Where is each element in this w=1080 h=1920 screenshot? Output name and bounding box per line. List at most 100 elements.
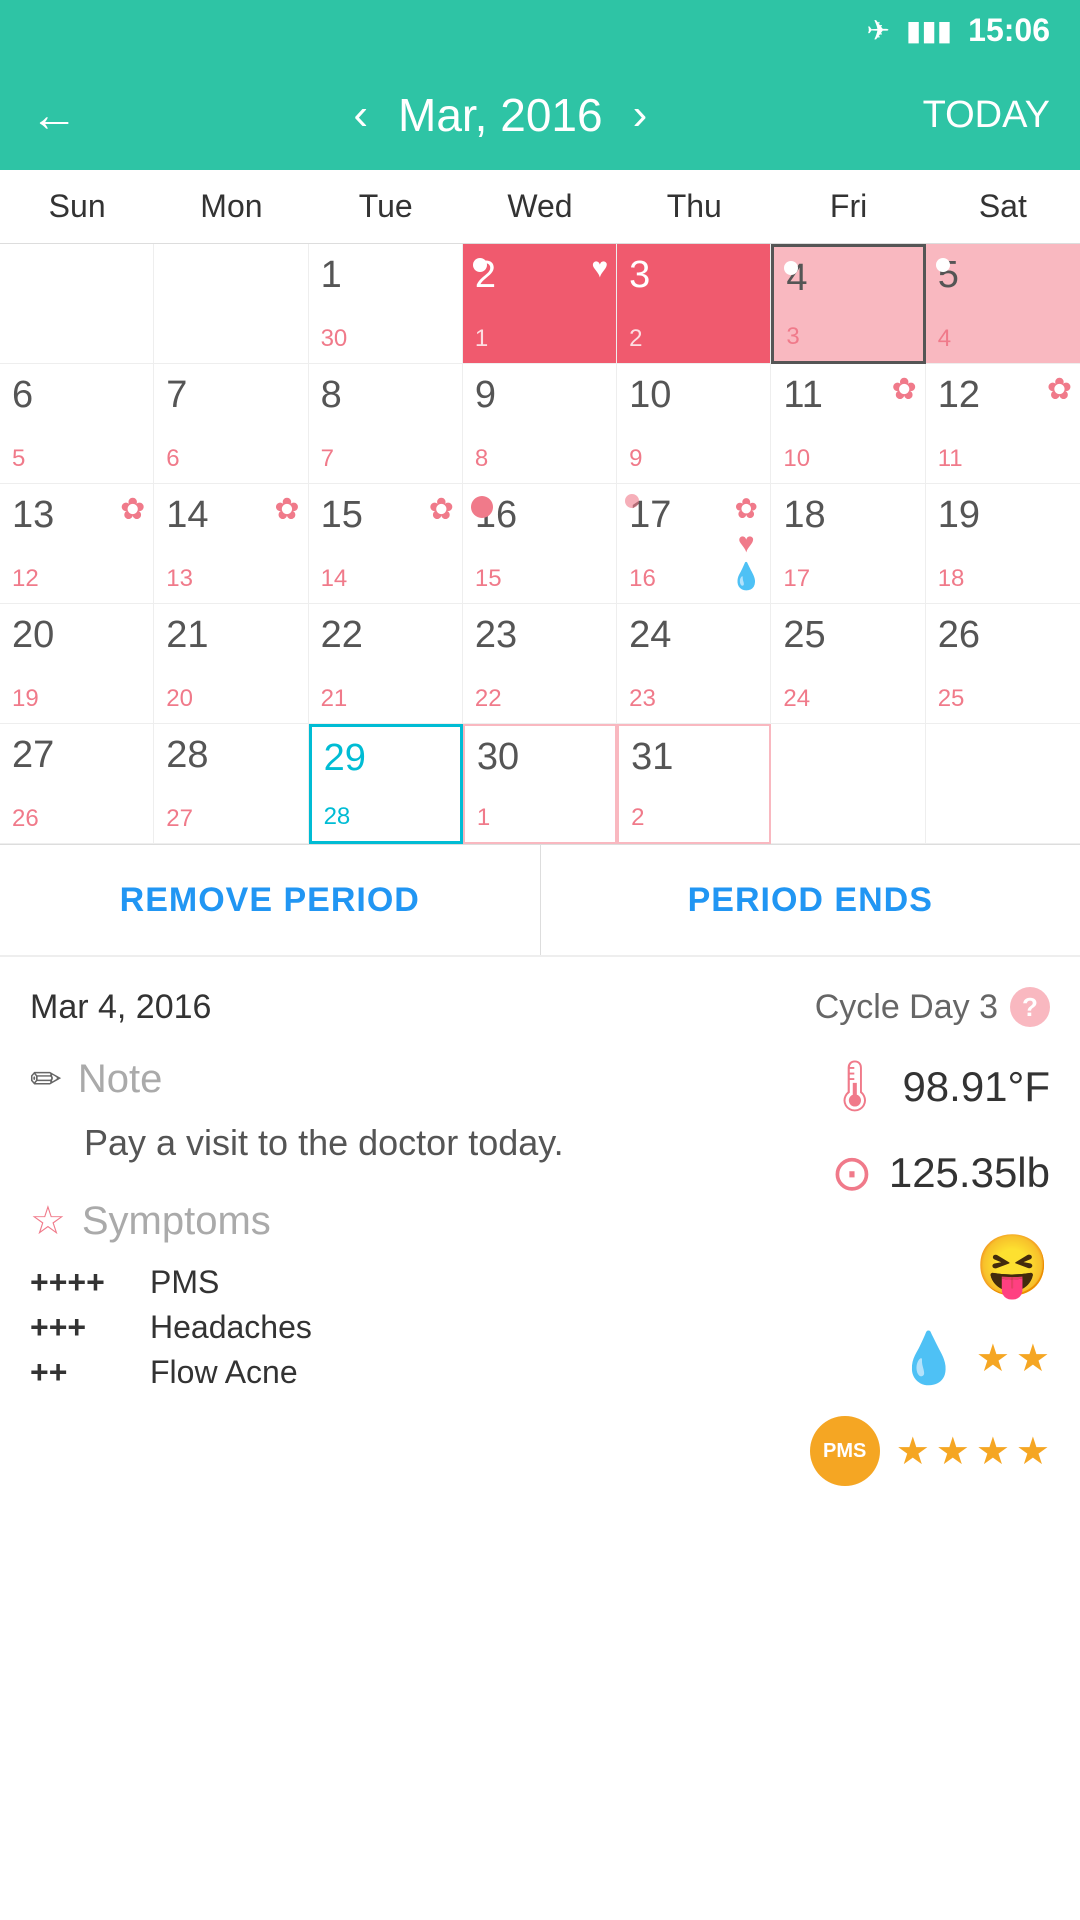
calendar-day-empty-6[interactable] <box>771 724 925 844</box>
month-title: Mar, 2016 <box>398 88 603 142</box>
calendar-day-empty-2[interactable] <box>154 244 308 364</box>
calendar-day-empty-1[interactable] <box>0 244 154 364</box>
calendar-day-6[interactable]: 6 5 <box>0 364 154 484</box>
cycle-help-icon[interactable]: ? <box>1010 987 1050 1027</box>
scale-icon: ⊙ <box>831 1144 873 1202</box>
calendar-day-30[interactable]: 30 1 <box>463 724 617 844</box>
calendar-day-10[interactable]: 10 9 <box>617 364 771 484</box>
calendar-day-20[interactable]: 20 19 <box>0 604 154 724</box>
symptom-item-pms[interactable]: ++++ PMS <box>30 1264 670 1301</box>
calendar-day-5[interactable]: 5 4 <box>926 244 1080 364</box>
mood-row: 😝 <box>975 1230 1050 1301</box>
calendar-day-25[interactable]: 25 24 <box>771 604 925 724</box>
calendar-day-27[interactable]: 27 26 <box>0 724 154 844</box>
symptom-item-acne[interactable]: ++ Flow Acne <box>30 1354 670 1391</box>
note-section: ✏ Note Pay a visit to the doctor today. <box>30 1057 670 1168</box>
calendar-day-24[interactable]: 24 23 <box>617 604 771 724</box>
calendar-day-4[interactable]: 4 3 <box>771 244 925 364</box>
calendar-day-18[interactable]: 18 17 <box>771 484 925 604</box>
calendar-day-9[interactable]: 9 8 <box>463 364 617 484</box>
note-header: ✏ Note <box>30 1057 670 1102</box>
star-1: ★ <box>976 1336 1010 1381</box>
note-label: Note <box>78 1057 163 1102</box>
pms-stars-row: PMS ★ ★ ★ ★ <box>810 1416 1050 1486</box>
calendar-day-28[interactable]: 28 27 <box>154 724 308 844</box>
calendar-day-17[interactable]: 17 ✿ ♥ 💧 16 <box>617 484 771 604</box>
star-2: ★ <box>1016 1336 1050 1381</box>
headaches-name: Headaches <box>150 1309 312 1346</box>
ovulation-icon-14: ✿ <box>274 492 299 527</box>
back-button[interactable]: ← <box>30 88 78 143</box>
calendar: Sun Mon Tue Wed Thu Fri Sat 1 30 2 ♥ 1 3… <box>0 170 1080 845</box>
flow-stars-row: 💧 ★ ★ <box>898 1329 1050 1388</box>
period-ends-button[interactable]: PERIOD ENDS <box>541 845 1080 955</box>
calendar-day-11[interactable]: 11 ✿ 10 <box>771 364 925 484</box>
pencil-icon[interactable]: ✏ <box>30 1057 62 1102</box>
calendar-day-19[interactable]: 19 18 <box>926 484 1080 604</box>
day-header-mon: Mon <box>154 170 308 243</box>
flow-stars: ★ ★ <box>976 1336 1050 1381</box>
symptom-item-headaches[interactable]: +++ Headaches <box>30 1309 670 1346</box>
today-button[interactable]: TODAY <box>923 94 1050 137</box>
calendar-day-16[interactable]: 16 15 <box>463 484 617 604</box>
calendar-grid: 1 30 2 ♥ 1 3 2 4 3 5 4 6 5 7 <box>0 244 1080 844</box>
symptoms-label: Symptoms <box>82 1199 271 1244</box>
calendar-day-8[interactable]: 8 7 <box>309 364 463 484</box>
ovulation-icon-15: ✿ <box>429 492 454 527</box>
day-header-fri: Fri <box>771 170 925 243</box>
temperature-value: 98.91°F <box>902 1063 1050 1111</box>
weight-value: 125.35lb <box>889 1149 1050 1197</box>
calendar-day-22[interactable]: 22 21 <box>309 604 463 724</box>
ovulation-icon-11: ✿ <box>892 372 917 407</box>
calendar-day-empty-7[interactable] <box>926 724 1080 844</box>
action-buttons: REMOVE PERIOD PERIOD ENDS <box>0 845 1080 957</box>
drop-icon-17: 💧 <box>730 561 762 592</box>
calendar-day-13[interactable]: 13 ✿ 12 <box>0 484 154 604</box>
selected-date: Mar 4, 2016 <box>30 988 211 1027</box>
calendar-day-21[interactable]: 21 20 <box>154 604 308 724</box>
symptoms-section: ☆ Symptoms ++++ PMS +++ Headaches ++ Flo… <box>30 1198 670 1391</box>
airplane-icon: ✈ <box>866 14 889 47</box>
day-header-wed: Wed <box>463 170 617 243</box>
star-icon[interactable]: ☆ <box>30 1198 66 1244</box>
mood-icon[interactable]: 😝 <box>975 1230 1050 1301</box>
cycle-day: Cycle Day 3 ? <box>815 987 1050 1027</box>
status-time: 15:06 <box>968 12 1050 49</box>
cycle-day-label: Cycle Day 3 <box>815 988 998 1027</box>
pms-badge: PMS <box>810 1416 880 1486</box>
acne-severity: ++ <box>30 1354 150 1391</box>
prev-month-button[interactable]: ‹ <box>353 90 368 140</box>
next-month-button[interactable]: › <box>633 90 648 140</box>
flow-drop-icon: 💧 <box>898 1329 960 1388</box>
acne-name: Flow Acne <box>150 1354 298 1391</box>
calendar-day-15[interactable]: 15 ✿ 14 <box>309 484 463 604</box>
status-bar: ✈ ▮▮▮ 15:06 <box>0 0 1080 60</box>
calendar-day-29[interactable]: 29 28 <box>309 724 463 844</box>
calendar-header: ← ‹ Mar, 2016 › TODAY <box>0 60 1080 170</box>
info-section: Mar 4, 2016 Cycle Day 3 ? ✏ Note Pay a v… <box>0 957 1080 1506</box>
info-layout: ✏ Note Pay a visit to the doctor today. … <box>30 1057 1050 1486</box>
remove-period-button[interactable]: REMOVE PERIOD <box>0 845 541 955</box>
calendar-day-14[interactable]: 14 ✿ 13 <box>154 484 308 604</box>
month-navigation: ‹ Mar, 2016 › <box>353 88 647 142</box>
info-right-col: 🌡 98.91°F ⊙ 125.35lb 😝 💧 ★ ★ <box>670 1057 1050 1486</box>
calendar-day-3[interactable]: 3 2 <box>617 244 771 364</box>
note-text: Pay a visit to the doctor today. <box>30 1118 670 1168</box>
calendar-day-12[interactable]: 12 ✿ 11 <box>926 364 1080 484</box>
day-header-sun: Sun <box>0 170 154 243</box>
calendar-day-1[interactable]: 1 30 <box>309 244 463 364</box>
calendar-day-23[interactable]: 23 22 <box>463 604 617 724</box>
day-header-tue: Tue <box>309 170 463 243</box>
calendar-day-31[interactable]: 31 2 <box>617 724 771 844</box>
calendar-day-2[interactable]: 2 ♥ 1 <box>463 244 617 364</box>
calendar-day-26[interactable]: 26 25 <box>926 604 1080 724</box>
info-left-col: ✏ Note Pay a visit to the doctor today. … <box>30 1057 670 1486</box>
day-17-icons: ✿ ♥ 💧 <box>730 492 762 592</box>
pms-star-2: ★ <box>936 1429 970 1474</box>
symptoms-list: ++++ PMS +++ Headaches ++ Flow Acne <box>30 1264 670 1391</box>
info-header: Mar 4, 2016 Cycle Day 3 ? <box>30 987 1050 1027</box>
pms-star-1: ★ <box>896 1429 930 1474</box>
pms-name: PMS <box>150 1264 219 1301</box>
calendar-day-7[interactable]: 7 6 <box>154 364 308 484</box>
thermometer-icon: 🌡 <box>823 1057 886 1116</box>
